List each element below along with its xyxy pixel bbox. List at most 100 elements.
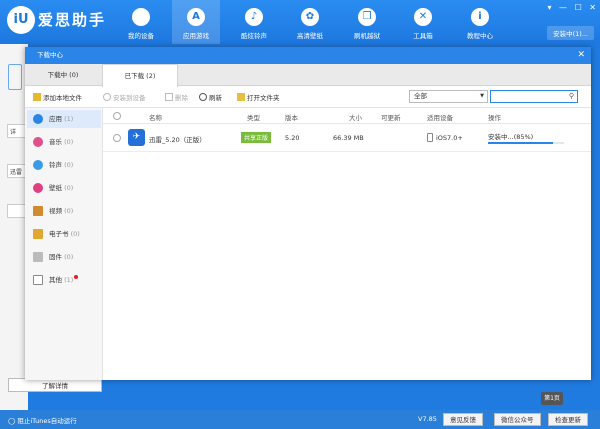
category-videos[interactable]: 视频 (0) [27, 202, 101, 220]
app-name: 爱思助手 [38, 11, 107, 29]
tab-downloaded[interactable]: 已下载 (2) [102, 64, 178, 87]
refresh-label: 刷新 [209, 94, 222, 102]
nav-wallpapers[interactable]: ✿ 高清壁纸 [286, 0, 334, 44]
bell-icon [33, 160, 43, 170]
category-count: (0) [64, 253, 74, 261]
window-controls: ▾ — ☐ ✕ [542, 3, 596, 12]
category-count: (1) [64, 276, 74, 284]
category-count: (0) [64, 161, 74, 169]
trash-icon [165, 93, 173, 101]
col-devices[interactable]: 适用设备 [427, 112, 453, 122]
bg-button[interactable]: 迅雷 [7, 164, 27, 178]
col-action[interactable]: 操作 [488, 112, 501, 122]
delete-label: 删除 [175, 94, 188, 102]
app-size: 66.39 MB [333, 134, 364, 142]
chevron-down-icon: ▼ [480, 93, 484, 99]
nav-apps-games[interactable]: A 应用游戏 [172, 0, 220, 44]
category-other[interactable]: 其他 (1) [27, 271, 101, 289]
category-count: (0) [64, 184, 74, 192]
app-header: iU 爱思助手 我的设备 A 应用游戏 ♪ 酷炫铃声 ✿ 高清壁纸 ❒ 刷机越狱… [0, 0, 600, 44]
open-folder-label: 打开文件夹 [247, 94, 280, 102]
wechat-button[interactable]: 微信公众号 [494, 413, 541, 426]
toolbar: 添加本地文件 安装到设备 删除 刷新 打开文件夹 全部 ▼ ⚲ [25, 86, 591, 108]
refresh-button[interactable]: 刷新 [199, 92, 222, 102]
col-size[interactable]: 大小 [349, 112, 362, 122]
category-label: 音乐 [49, 138, 62, 146]
row-checkbox[interactable] [113, 134, 121, 142]
nav-toolbox[interactable]: ✕ 工具箱 [399, 0, 447, 44]
col-updatable[interactable]: 可更新 [381, 112, 401, 122]
info-icon: i [471, 8, 489, 26]
category-ebooks[interactable]: 电子书 (0) [27, 225, 101, 243]
devices-label: iOS7.0+ [436, 134, 463, 142]
refresh-icon [199, 93, 207, 101]
list-header: 名称 类型 版本 大小 可更新 适用设备 操作 [103, 108, 591, 124]
itunes-label: 阻止iTunes自动运行 [17, 417, 77, 425]
music-icon [33, 137, 43, 147]
table-row[interactable]: ✈ 迅雷_5.20（正版） 共享正版 5.20 66.39 MB iOS7.0+… [103, 124, 591, 152]
check-update-button[interactable]: 检查更新 [548, 413, 588, 426]
device-icon [8, 64, 22, 90]
category-count: (0) [64, 207, 74, 215]
dialog-title: 下载中心 [37, 51, 63, 59]
install-status-button[interactable]: 安装中(1)... [547, 26, 594, 40]
feedback-button[interactable]: 意见反馈 [443, 413, 483, 426]
category-wallpapers[interactable]: 壁纸 (0) [27, 179, 101, 197]
category-apps[interactable]: 应用 (1) [27, 110, 101, 128]
minimize-icon[interactable]: — [559, 3, 567, 12]
nav-label: 教程中心 [467, 32, 493, 40]
dialog-close-icon[interactable]: ✕ [577, 47, 585, 64]
nav-ringtones[interactable]: ♪ 酷炫铃声 [230, 0, 278, 44]
maximize-icon[interactable]: ☐ [575, 3, 582, 12]
install-to-device-button[interactable]: 安装到设备 [103, 92, 146, 102]
dialog-titlebar: 下载中心 ✕ [25, 47, 591, 64]
select-all-checkbox[interactable] [113, 112, 121, 120]
learn-more-button[interactable]: 了解详情 [8, 378, 102, 392]
menu-dropdown-icon[interactable]: ▾ [547, 3, 551, 12]
add-local-label: 添加本地文件 [43, 94, 82, 102]
category-count: (1) [64, 115, 74, 123]
close-icon[interactable]: ✕ [589, 3, 596, 12]
category-music[interactable]: 音乐 (0) [27, 133, 101, 151]
category-label: 固件 [49, 253, 62, 261]
open-folder-button[interactable]: 打开文件夹 [237, 92, 280, 102]
dropbox-icon: ❒ [358, 8, 376, 26]
itunes-block-toggle[interactable]: ◯ 阻止iTunes自动运行 [8, 415, 77, 425]
add-local-file-button[interactable]: 添加本地文件 [33, 92, 82, 102]
app-devices: iOS7.0+ [427, 133, 463, 142]
nav-label: 我的设备 [128, 32, 154, 40]
col-version[interactable]: 版本 [285, 112, 298, 122]
status-bar: ◯ 阻止iTunes自动运行 V7.85 意见反馈 微信公众号 检查更新 [0, 410, 600, 429]
tools-icon: ✕ [414, 8, 432, 26]
col-type[interactable]: 类型 [247, 112, 260, 122]
install-progress-bar [488, 142, 564, 144]
search-input[interactable]: ⚲ [490, 90, 578, 103]
filter-value: 全部 [414, 92, 427, 100]
search-icon[interactable]: ⚲ [569, 92, 574, 100]
nav-label: 工具箱 [413, 32, 433, 40]
tab-downloading[interactable]: 下载中 (0) [25, 64, 101, 86]
col-name[interactable]: 名称 [149, 112, 162, 122]
app-logo-icon: iU [7, 6, 35, 34]
nav-my-device[interactable]: 我的设备 [117, 0, 165, 44]
dialog-body: 应用 (1) 音乐 (0) 铃声 (0) 壁纸 (0) 视频 (0) 电子书 (… [25, 108, 591, 380]
category-filter-select[interactable]: 全部 ▼ [409, 90, 488, 103]
install-icon [103, 93, 111, 101]
bg-button[interactable]: 详 [7, 124, 27, 138]
install-label: 安装到设备 [113, 94, 146, 102]
app-store-icon: A [187, 8, 205, 26]
apple-icon [132, 8, 150, 26]
download-list: 名称 类型 版本 大小 可更新 适用设备 操作 ✈ 迅雷_5.20（正版） 共享… [103, 108, 591, 380]
bg-button[interactable] [7, 204, 27, 218]
delete-button[interactable]: 删除 [165, 92, 188, 102]
category-ringtones[interactable]: 铃声 (0) [27, 156, 101, 174]
wallpaper-icon [33, 183, 43, 193]
book-icon [33, 229, 43, 239]
download-center-dialog: 下载中心 ✕ 下载中 (0) 已下载 (2) 添加本地文件 安装到设备 删除 刷… [25, 47, 591, 380]
nav-label: 刷机越狱 [354, 32, 380, 40]
app-version: 5.20 [285, 134, 300, 142]
nav-flash-jailbreak[interactable]: ❒ 刷机越狱 [343, 0, 391, 44]
progress-fill [488, 142, 553, 144]
category-firmware[interactable]: 固件 (0) [27, 248, 101, 266]
nav-tutorials[interactable]: i 教程中心 [456, 0, 504, 44]
